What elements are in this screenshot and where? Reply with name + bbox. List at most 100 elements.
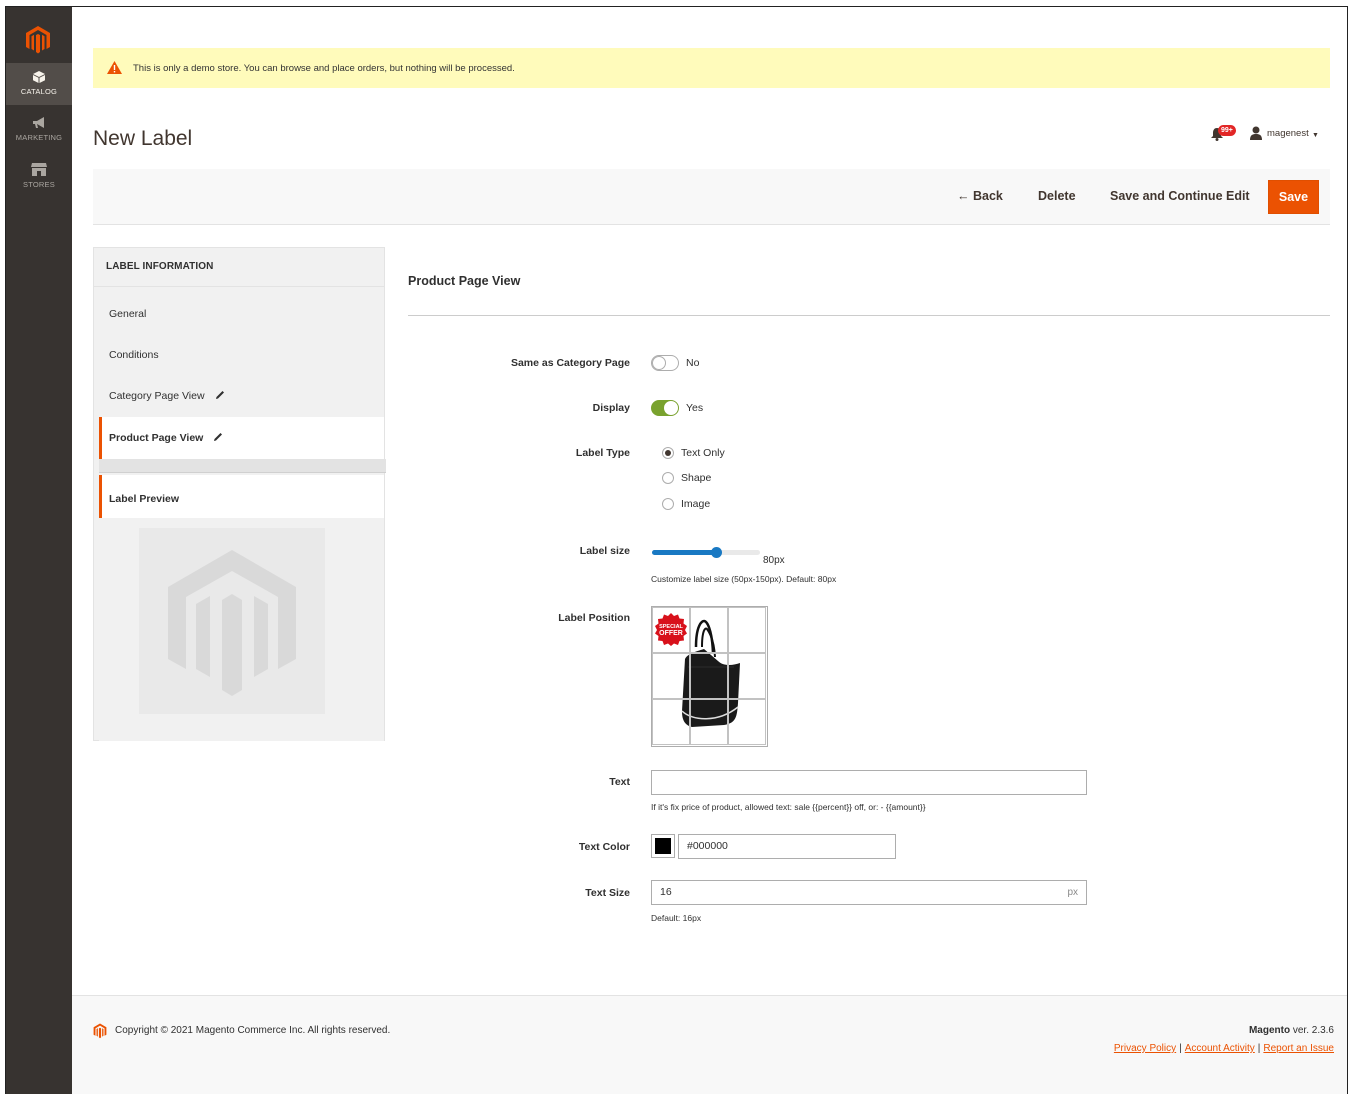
- sidebar-item-catalog[interactable]: CATALOG: [6, 63, 72, 105]
- save-button[interactable]: Save: [1268, 180, 1319, 214]
- tab-product-page-view-label: Product Page View: [109, 432, 223, 445]
- position-cell-bottom-right[interactable]: [728, 699, 766, 745]
- tab-conditions[interactable]: Conditions: [109, 349, 159, 361]
- save-and-continue-button[interactable]: Save and Continue Edit: [1110, 189, 1250, 203]
- position-cell-middle-left[interactable]: [652, 653, 690, 699]
- link-separator: |: [1257, 1043, 1261, 1054]
- notice-text: This is only a demo store. You can brows…: [133, 63, 515, 74]
- back-button[interactable]: ← Back: [957, 189, 1003, 203]
- text-size-note: Default: 16px: [651, 913, 702, 923]
- position-cell-top-right[interactable]: [728, 607, 766, 653]
- megaphone-icon: [6, 117, 72, 131]
- panel-divider: [99, 459, 386, 473]
- label-position-label: Label Position: [558, 612, 630, 624]
- position-cell-bottom-center[interactable]: [690, 699, 728, 745]
- pencil-icon: [215, 390, 225, 403]
- magento-logo-icon[interactable]: [25, 25, 51, 58]
- notifications-badge: 99+: [1218, 125, 1236, 136]
- main-content: This is only a demo store. You can brows…: [72, 7, 1347, 1094]
- magento-version: Magento ver. 2.3.6: [1249, 1025, 1334, 1036]
- radio-label[interactable]: Text Only: [681, 447, 725, 459]
- brand-name: Magento: [1248, 1025, 1291, 1036]
- text-size-value: 16: [660, 886, 672, 898]
- copyright-text: Copyright © 2021 Magento Commerce Inc. A…: [115, 1025, 391, 1036]
- report-issue-link[interactable]: Report an Issue: [1263, 1043, 1334, 1054]
- position-cell-middle-right[interactable]: [728, 653, 766, 699]
- sidebar-item-stores[interactable]: STORES: [6, 157, 72, 199]
- user-name[interactable]: magenest: [1267, 128, 1309, 139]
- slider-fill: [652, 550, 716, 555]
- label-preview: Label Preview: [99, 475, 384, 741]
- user-icon[interactable]: [1250, 126, 1262, 143]
- text-size-suffix: px: [1067, 887, 1078, 898]
- text-size-input[interactable]: 16 px: [651, 880, 1087, 905]
- sidebar-item-label: CATALOG: [20, 87, 58, 96]
- chevron-down-icon[interactable]: ▼: [1312, 132, 1319, 139]
- tab-label: Category Page View: [109, 390, 205, 402]
- tab-category-page-view[interactable]: Category Page View: [109, 390, 225, 403]
- slider-handle[interactable]: [711, 547, 722, 558]
- tab-label: Product Page View: [109, 432, 204, 444]
- label-preview-title: Label Preview: [109, 493, 180, 505]
- radio-label[interactable]: Image: [681, 498, 710, 510]
- toggle-knob: [652, 356, 666, 370]
- sidebar-item-label: STORES: [23, 180, 55, 189]
- same-as-category-value: No: [686, 357, 700, 369]
- text-field-label: Text: [609, 776, 630, 788]
- panel-heading: LABEL INFORMATION: [106, 261, 214, 272]
- divider: [94, 286, 384, 287]
- box-icon: [6, 71, 72, 85]
- radio-label[interactable]: Shape: [681, 472, 711, 484]
- label-size-value: 80px: [763, 555, 785, 566]
- label-size-note: Customize label size (50px-150px). Defau…: [651, 574, 837, 584]
- label-type-label: Label Type: [575, 447, 630, 459]
- footer-links: Privacy Policy | Account Activity | Report a…: [1114, 1043, 1334, 1054]
- page-title: New Label: [93, 127, 193, 150]
- display-value: Yes: [686, 402, 704, 414]
- color-swatch[interactable]: [651, 834, 675, 858]
- back-button-label: Back: [972, 189, 1003, 203]
- same-as-category-toggle[interactable]: [651, 355, 679, 371]
- text-color-label: Text Color: [578, 841, 630, 853]
- tab-product-page-view[interactable]: Product Page View: [99, 417, 384, 459]
- text-input[interactable]: [651, 770, 1087, 795]
- color-swatch-fill: [655, 838, 671, 854]
- sidebar-item-marketing[interactable]: MARKETING: [6, 111, 72, 153]
- account-activity-link[interactable]: Account Activity: [1185, 1043, 1255, 1054]
- preview-box: [99, 518, 384, 741]
- text-color-input[interactable]: #000000: [678, 834, 896, 859]
- text-size-label: Text Size: [585, 887, 630, 899]
- display-toggle[interactable]: [651, 400, 679, 416]
- demo-notice: This is only a demo store. You can brows…: [93, 48, 1330, 88]
- toggle-knob: [664, 401, 678, 415]
- label-size-label: Label size: [579, 545, 630, 557]
- radio-shape[interactable]: [662, 472, 674, 484]
- text-note: If it's fix price of product, allowed te…: [651, 802, 926, 812]
- badge-text: OFFER: [659, 630, 683, 637]
- version-text: ver. 2.3.6: [1290, 1025, 1334, 1036]
- label-position-grid: SPECIAL OFFER: [651, 606, 768, 747]
- section-title: Product Page View: [408, 274, 521, 288]
- admin-sidebar: CATALOG MARKETING STORES: [6, 7, 72, 1094]
- section-divider: [408, 315, 1330, 316]
- image-placeholder-icon: [139, 528, 325, 714]
- position-cell-middle-center[interactable]: [690, 653, 728, 699]
- special-offer-badge: SPECIAL OFFER: [655, 613, 687, 646]
- label-information-panel: LABEL INFORMATION General Conditions Cat…: [93, 247, 386, 741]
- position-cell-top-center[interactable]: [690, 607, 728, 653]
- label-size-slider[interactable]: [652, 547, 760, 558]
- radio-image[interactable]: [662, 498, 674, 510]
- arrow-left-icon: ←: [957, 189, 973, 203]
- store-icon: [6, 163, 72, 178]
- admin-frame: CATALOG MARKETING STORES This is only a …: [5, 6, 1348, 1094]
- page-footer: Copyright © 2021 Magento Commerce Inc. A…: [72, 995, 1347, 1094]
- magento-logo-icon: [93, 1023, 107, 1042]
- privacy-policy-link[interactable]: Privacy Policy: [1114, 1043, 1176, 1054]
- display-label: Display: [592, 402, 630, 414]
- warning-icon: [107, 61, 122, 77]
- delete-button[interactable]: Delete: [1038, 189, 1076, 203]
- link-separator: |: [1179, 1043, 1182, 1054]
- tab-general[interactable]: General: [109, 308, 146, 320]
- position-cell-bottom-left[interactable]: [652, 699, 690, 745]
- radio-text-only[interactable]: [662, 447, 674, 459]
